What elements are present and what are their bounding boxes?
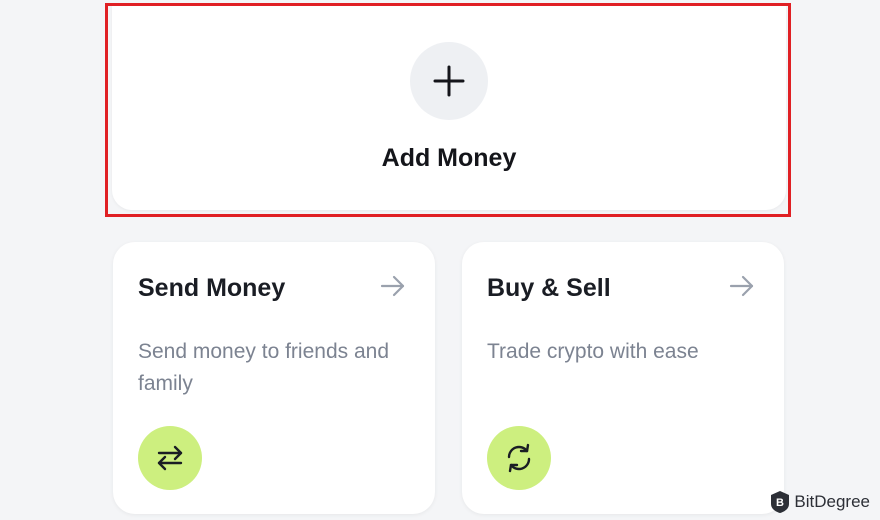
buy-sell-card[interactable]: Buy & Sell Trade crypto with ease [462, 242, 784, 514]
arrow-right-icon[interactable] [379, 272, 407, 300]
send-money-card[interactable]: Send Money Send money to friends and fam… [113, 242, 435, 514]
send-money-icon-button[interactable] [138, 426, 202, 490]
bitdegree-logo-icon: B [771, 491, 790, 513]
watermark-text: BitDegree [794, 492, 870, 511]
add-money-label: Add Money [381, 144, 517, 172]
refresh-icon [507, 443, 531, 473]
buy-sell-title: Buy & Sell [487, 274, 611, 302]
swap-arrows-icon [157, 445, 183, 471]
arrow-right-icon[interactable] [728, 272, 756, 300]
buy-sell-icon-button[interactable] [487, 426, 551, 490]
add-money-button[interactable] [410, 42, 488, 120]
watermark: B BitDegree [770, 490, 870, 514]
buy-sell-description: Trade crypto with ease [487, 340, 699, 363]
svg-text:B: B [776, 497, 784, 509]
send-money-title: Send Money [138, 274, 286, 302]
send-money-description: Send money to friends and family [138, 340, 389, 395]
plus-icon [433, 65, 465, 97]
